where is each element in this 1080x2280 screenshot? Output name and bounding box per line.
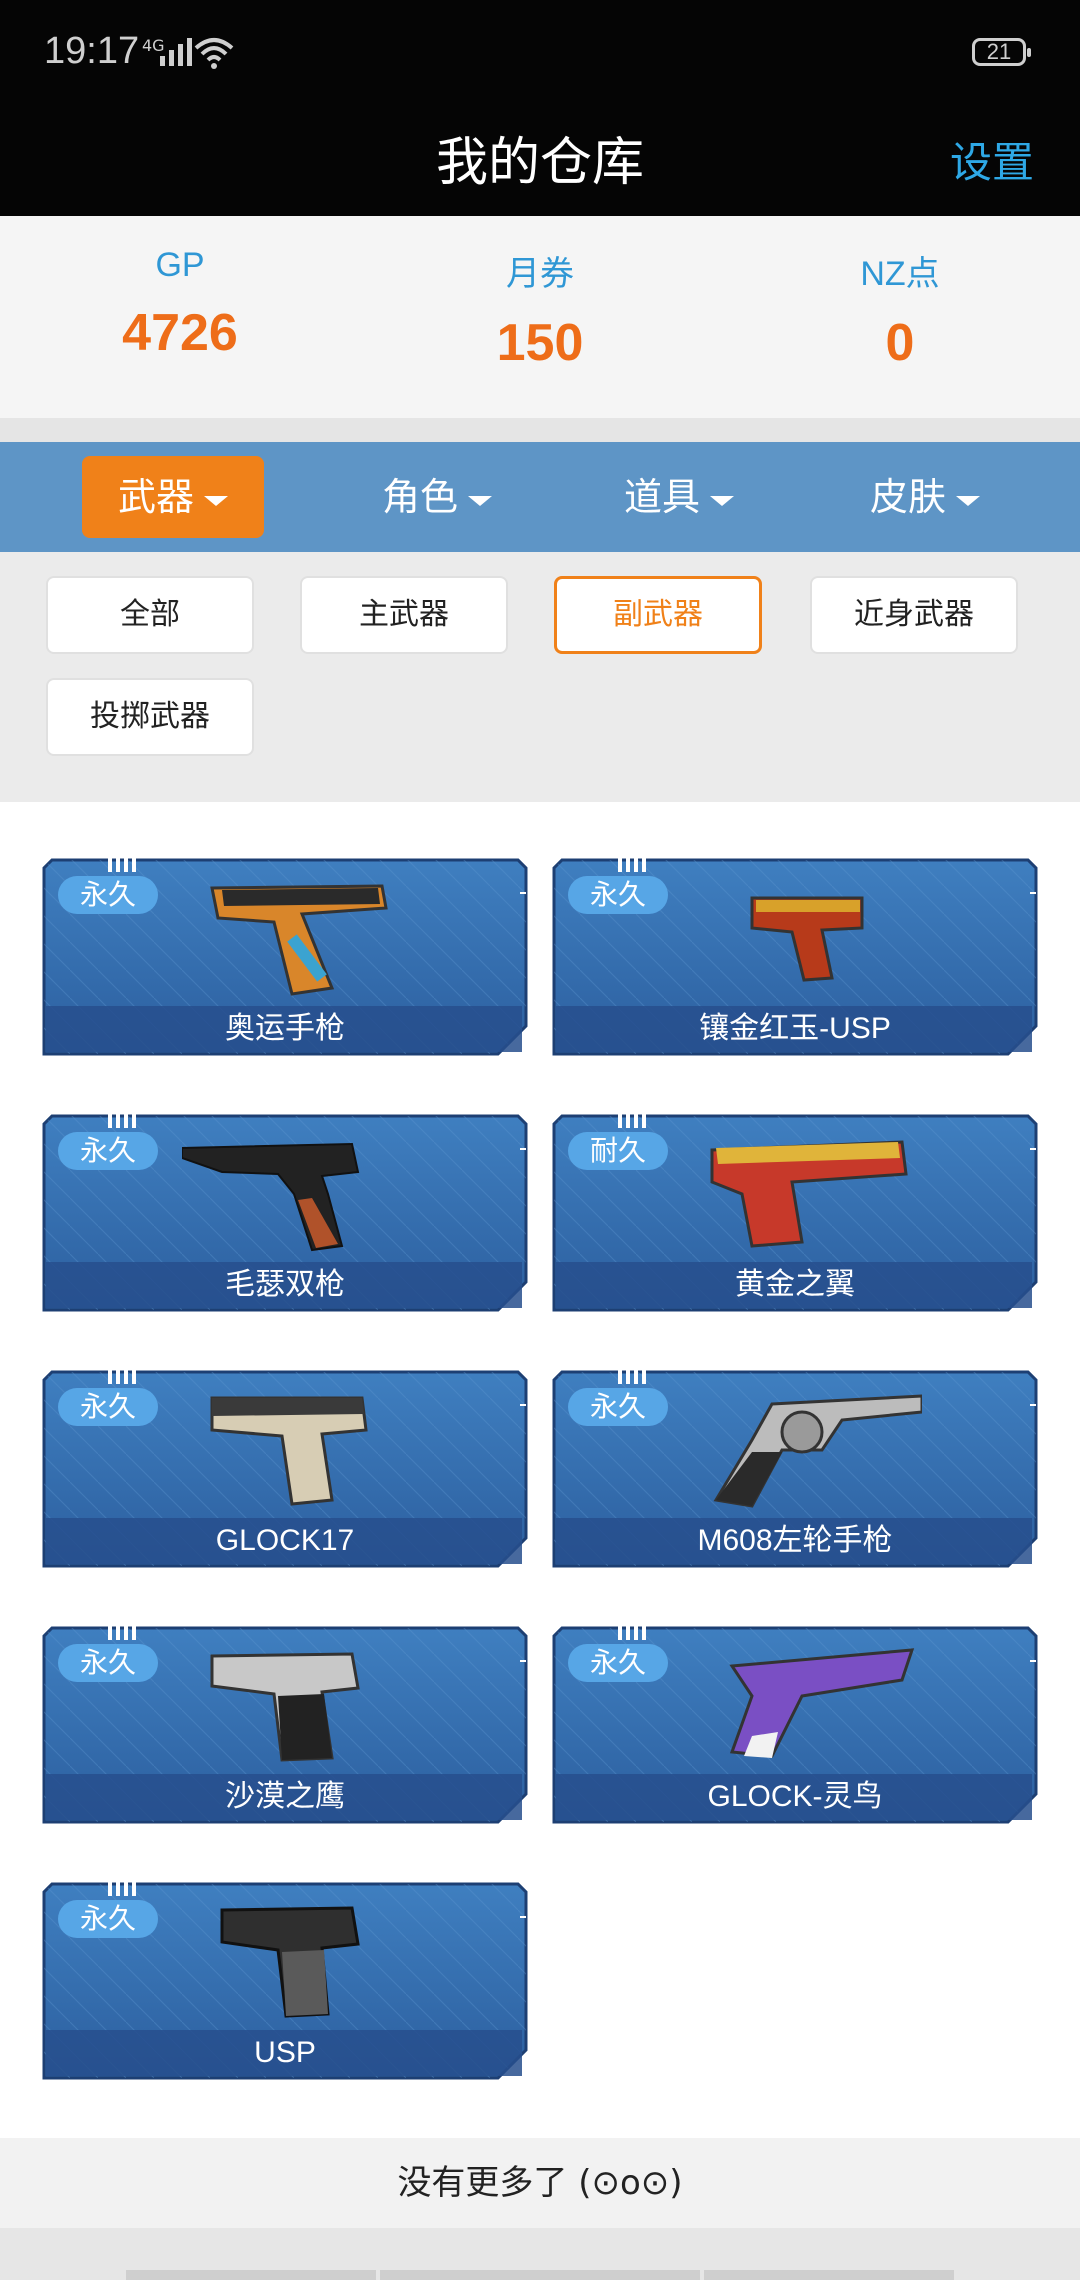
page-title: 我的仓库 xyxy=(435,133,644,193)
item-name: 毛瑟双枪 xyxy=(225,1268,345,1301)
battery-icon: 21 xyxy=(972,38,1031,66)
item-name: GLOCK17 xyxy=(215,1524,355,1557)
filter-all[interactable]: 全部 xyxy=(46,576,254,654)
pistol-icon xyxy=(729,1648,915,1758)
tab-characters[interactable]: 角色 xyxy=(346,456,528,538)
category-tabs: 武器 角色 道具 皮肤 xyxy=(0,442,1080,552)
revolver-icon xyxy=(713,1394,922,1508)
currency-value: 150 xyxy=(496,314,584,372)
tab-weapons[interactable]: 武器 xyxy=(82,456,264,538)
status-time: 19:17 xyxy=(44,30,140,72)
divider xyxy=(0,418,1080,442)
wifi-icon xyxy=(194,38,234,69)
currency-voucher: 月券 150 xyxy=(360,216,720,418)
item-card[interactable]: 永久 奥运手枪 xyxy=(42,858,528,1056)
settings-button[interactable]: 设置 xyxy=(950,110,1034,216)
currency-label: NZ点 xyxy=(860,255,940,293)
currency-nz: NZ点 0 xyxy=(720,216,1080,418)
duration-badge: 永久 xyxy=(568,876,668,914)
currency-value: 4726 xyxy=(122,304,238,362)
tab-label: 角色 xyxy=(381,475,458,519)
scroll-indicator xyxy=(380,2270,700,2280)
chevron-down-icon xyxy=(204,496,228,506)
pistol-icon xyxy=(710,1140,908,1248)
scroll-indicator xyxy=(126,2270,376,2280)
end-of-list-message: 没有更多了 (⊙o⊙) xyxy=(0,2138,1080,2228)
currency-label: GP xyxy=(155,246,205,284)
currency-value: 0 xyxy=(885,314,915,372)
currency-gp: GP 4726 xyxy=(0,216,360,418)
tab-props[interactable]: 道具 xyxy=(588,456,770,538)
chevron-down-icon xyxy=(710,496,734,506)
item-card[interactable]: 永久 沙漠之鹰 xyxy=(42,1626,528,1824)
duration-badge: 永久 xyxy=(58,1132,158,1170)
currency-label: 月券 xyxy=(506,255,574,293)
duration-badge: 耐久 xyxy=(568,1132,668,1170)
status-bar: 19:17 4G 21 xyxy=(0,0,1080,110)
pistol-icon xyxy=(210,884,388,996)
pistol-icon xyxy=(210,1396,368,1506)
item-name: 镶金红玉-USP xyxy=(699,1012,891,1045)
tab-label: 皮肤 xyxy=(869,475,946,519)
chevron-down-icon xyxy=(468,496,492,506)
item-name: GLOCK-灵鸟 xyxy=(707,1780,883,1813)
signal-icon xyxy=(160,38,192,66)
item-name: 奥运手枪 xyxy=(225,1012,345,1045)
scroll-indicator xyxy=(704,2270,954,2280)
pistol-icon xyxy=(182,1142,360,1252)
item-name: M608左轮手枪 xyxy=(697,1524,893,1557)
item-card[interactable]: 永久 M608左轮手枪 xyxy=(552,1370,1038,1568)
chevron-down-icon xyxy=(956,496,980,506)
tab-label: 武器 xyxy=(117,475,194,519)
item-name: USP xyxy=(254,2036,316,2069)
item-card[interactable]: 永久 GLOCK-灵鸟 xyxy=(552,1626,1038,1824)
subcategory-filter: 全部 主武器 副武器 近身武器 投掷武器 xyxy=(0,552,1080,802)
duration-badge: 永久 xyxy=(568,1644,668,1682)
filter-primary[interactable]: 主武器 xyxy=(300,576,508,654)
item-card[interactable]: 永久 毛瑟双枪 xyxy=(42,1114,528,1312)
currency-summary: GP 4726 月券 150 NZ点 0 xyxy=(0,216,1080,418)
filter-throwable[interactable]: 投掷武器 xyxy=(46,678,254,756)
pistol-icon xyxy=(210,1652,360,1762)
filter-melee[interactable]: 近身武器 xyxy=(810,576,1018,654)
duration-badge: 永久 xyxy=(568,1388,668,1426)
pistol-icon xyxy=(750,896,864,982)
item-card[interactable]: 永久 镶金红玉-USP xyxy=(552,858,1038,1056)
tab-label: 道具 xyxy=(623,475,700,519)
item-card[interactable]: 耐久 黄金之翼 xyxy=(552,1114,1038,1312)
pistol-icon xyxy=(220,1906,360,2018)
item-card[interactable]: 永久 USP xyxy=(42,1882,528,2080)
item-grid: 永久 奥运手枪 永久 镶金红玉-USP 永久 毛瑟双枪 耐久 黄金之翼 永久 G… xyxy=(0,802,1080,2138)
filter-secondary[interactable]: 副武器 xyxy=(554,576,762,654)
item-name: 沙漠之鹰 xyxy=(225,1780,345,1813)
duration-badge: 永久 xyxy=(58,1388,158,1426)
title-bar: 我的仓库 设置 xyxy=(0,110,1080,301)
duration-badge: 永久 xyxy=(58,1900,158,1938)
duration-badge: 永久 xyxy=(58,876,158,914)
duration-badge: 永久 xyxy=(58,1644,158,1682)
item-card[interactable]: 永久 GLOCK17 xyxy=(42,1370,528,1568)
tab-skins[interactable]: 皮肤 xyxy=(834,456,1016,538)
item-name: 黄金之翼 xyxy=(735,1268,855,1301)
bottom-bar xyxy=(0,2228,1080,2280)
